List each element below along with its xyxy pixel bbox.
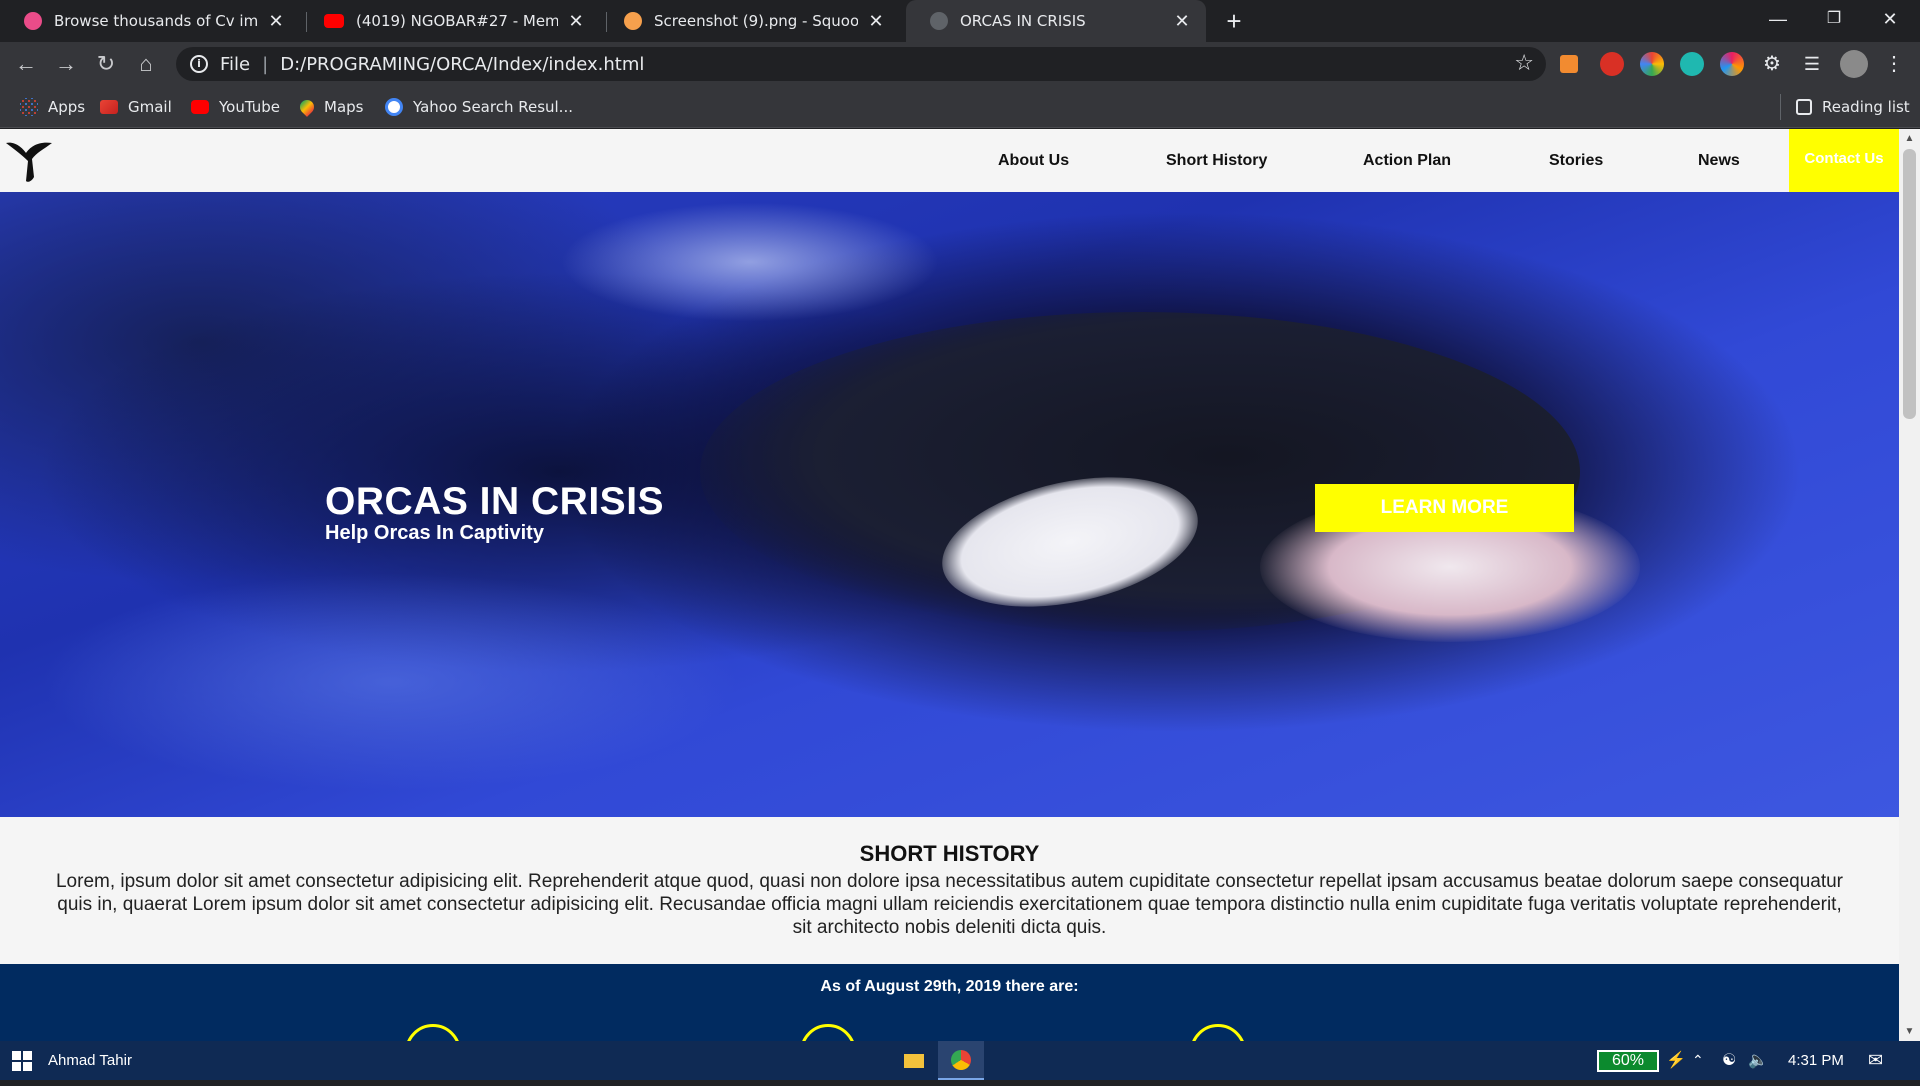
- stat-circle: [1190, 1024, 1246, 1041]
- nav-stories[interactable]: Stories: [1549, 129, 1603, 192]
- bookmark-gmail[interactable]: Gmail: [100, 94, 172, 120]
- bookmark-youtube[interactable]: YouTube: [191, 94, 280, 120]
- chevron-up-icon[interactable]: ⌃: [1692, 1041, 1704, 1080]
- forward-button[interactable]: →: [50, 48, 82, 80]
- stat-circle: [405, 1024, 461, 1041]
- browser-toolbar: ← → ↻ ⌂ i File | D:/PROGRAMING/ORCA/Inde…: [0, 42, 1920, 86]
- media-queue-icon[interactable]: ☰: [1800, 52, 1824, 76]
- battery-indicator[interactable]: 60%: [1597, 1050, 1659, 1072]
- stats-section: As of August 29th, 2019 there are:: [0, 964, 1899, 1041]
- stats-caption: As of August 29th, 2019 there are:: [820, 978, 1079, 995]
- bookmark-star-icon[interactable]: ☆: [1514, 51, 1534, 76]
- back-button[interactable]: ←: [10, 48, 42, 80]
- squoosh-icon: [624, 12, 642, 30]
- close-icon[interactable]: ✕: [266, 11, 286, 32]
- learn-more-button[interactable]: LEARN MORE: [1315, 484, 1574, 532]
- gmail-icon: [100, 100, 118, 114]
- globe-icon: [930, 12, 948, 30]
- nav-action-plan[interactable]: Action Plan: [1363, 129, 1451, 192]
- scrollbar-thumb[interactable]: [1903, 149, 1916, 419]
- close-icon[interactable]: ✕: [866, 11, 886, 32]
- extension-icon[interactable]: [1680, 52, 1704, 76]
- hero-title: ORCAS IN CRISIS: [325, 480, 665, 523]
- tab-squoosh[interactable]: Screenshot (9).png - Squoosh ✕: [600, 0, 900, 42]
- hero-banner: ORCAS IN CRISIS Help Orcas In Captivity …: [0, 192, 1899, 817]
- section-heading: SHORT HISTORY: [859, 841, 1040, 866]
- tab-strip: Browse thousands of Cv images f ✕ (4019)…: [0, 0, 1920, 42]
- window-close-button[interactable]: ✕: [1862, 0, 1918, 38]
- address-separator: |: [262, 53, 269, 75]
- nav-short-history[interactable]: Short History: [1166, 129, 1267, 192]
- whale-tail-logo[interactable]: [4, 137, 54, 183]
- youtube-icon: [324, 14, 344, 28]
- windows-taskbar: Ahmad Tahir 60% ⚡ ⌃ ☯ 🔈 4:31 PM ✉: [0, 1041, 1920, 1080]
- dribbble-icon: [24, 12, 42, 30]
- site-navbar: About Us Short History Action Plan Stori…: [0, 129, 1899, 192]
- page-scrollbar[interactable]: ▲ ▼: [1899, 129, 1920, 1041]
- youtube-icon: [191, 100, 209, 114]
- page-viewport: About Us Short History Action Plan Stori…: [0, 129, 1899, 1041]
- url-text[interactable]: D:/PROGRAMING/ORCA/Index/index.html: [280, 54, 644, 75]
- extension-icon[interactable]: [1640, 52, 1664, 76]
- address-bar[interactable]: i File | D:/PROGRAMING/ORCA/Index/index.…: [176, 47, 1546, 81]
- tab-orcas-in-crisis[interactable]: ORCAS IN CRISIS ✕: [906, 0, 1206, 42]
- home-button[interactable]: ⌂: [130, 48, 162, 80]
- bookmark-apps[interactable]: Apps: [20, 94, 85, 120]
- nav-contact-us-button[interactable]: Contact Us: [1789, 129, 1899, 192]
- nav-about-us[interactable]: About Us: [998, 129, 1069, 192]
- bookmark-maps[interactable]: Maps: [297, 94, 363, 120]
- extension-icon[interactable]: [1560, 55, 1578, 73]
- taskbar-clock[interactable]: 4:31 PM: [1788, 1041, 1844, 1080]
- google-icon: [385, 98, 403, 116]
- notifications-icon[interactable]: ✉: [1868, 1041, 1883, 1080]
- restore-button[interactable]: ❐: [1806, 0, 1862, 38]
- tab-youtube-ngobar[interactable]: (4019) NGOBAR#27 - Membuat V ✕: [300, 0, 600, 42]
- bookmark-divider: [1780, 94, 1781, 120]
- scroll-down-arrow-icon[interactable]: ▼: [1899, 1026, 1920, 1037]
- windows-start-icon[interactable]: [12, 1041, 34, 1080]
- file-explorer-icon[interactable]: [898, 1041, 930, 1080]
- water-ripple-image: [40, 572, 740, 792]
- short-history-section: SHORT HISTORY Lorem, ipsum dolor sit ame…: [0, 817, 1899, 964]
- close-icon[interactable]: ✕: [566, 11, 586, 32]
- history-paragraph: Lorem, ipsum dolor sit amet consectetur …: [55, 871, 1844, 938]
- close-icon[interactable]: ✕: [1172, 11, 1192, 32]
- menu-dots-icon[interactable]: ⋮: [1882, 52, 1906, 76]
- wifi-icon[interactable]: ☯: [1722, 1041, 1736, 1080]
- extension-icon[interactable]: [1720, 52, 1744, 76]
- bookmark-yahoo-search[interactable]: Yahoo Search Resul...: [385, 94, 573, 120]
- nav-news[interactable]: News: [1698, 129, 1740, 192]
- maps-icon: [297, 97, 317, 117]
- reading-list-button[interactable]: Reading list: [1796, 94, 1910, 120]
- new-tab-button[interactable]: +: [1220, 4, 1248, 38]
- hero-subtitle: Help Orcas In Captivity: [325, 522, 544, 544]
- volume-icon[interactable]: 🔈: [1748, 1041, 1768, 1080]
- puzzle-icon[interactable]: ⚙: [1760, 52, 1784, 76]
- reading-list-icon: [1796, 99, 1812, 115]
- chrome-taskbar-icon[interactable]: [938, 1041, 984, 1080]
- tab-browse-cv[interactable]: Browse thousands of Cv images f ✕: [0, 0, 300, 42]
- extension-icon[interactable]: [1600, 52, 1624, 76]
- scheme-label: File: [220, 53, 251, 75]
- scroll-up-arrow-icon[interactable]: ▲: [1899, 133, 1920, 144]
- apps-grid-icon: [20, 98, 38, 116]
- stat-circle: [800, 1024, 856, 1041]
- bookmarks-bar: Apps Gmail YouTube Maps Yahoo Search Res…: [0, 86, 1920, 128]
- reload-button[interactable]: ↻: [90, 48, 122, 80]
- plug-icon[interactable]: ⚡: [1666, 1041, 1686, 1080]
- taskbar-user-name[interactable]: Ahmad Tahir: [48, 1041, 132, 1080]
- water-splash-image: [560, 202, 940, 322]
- avatar[interactable]: [1840, 50, 1868, 78]
- minimize-button[interactable]: —: [1750, 0, 1806, 38]
- info-icon[interactable]: i: [190, 55, 208, 73]
